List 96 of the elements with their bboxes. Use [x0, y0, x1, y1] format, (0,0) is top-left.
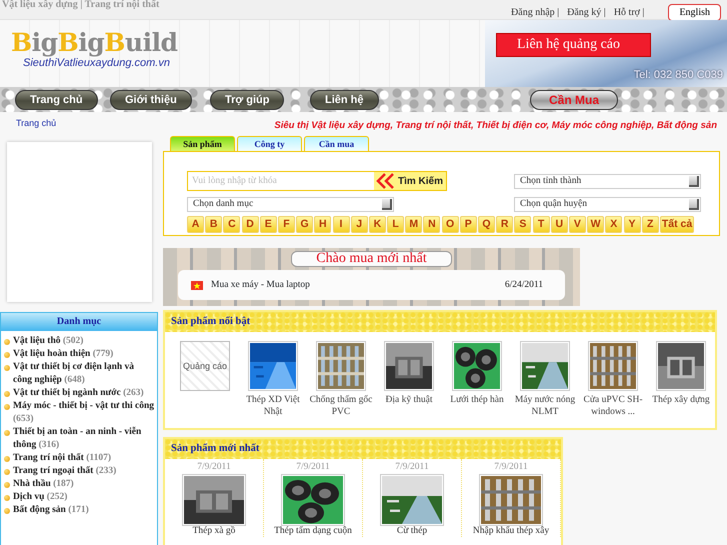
letter-button[interactable]: W — [587, 216, 604, 233]
sidebar-title: Danh mục — [1, 313, 157, 331]
category-link[interactable]: Bất động sản (171) — [13, 504, 89, 517]
product-link[interactable]: Thép tấm dạng cuộn — [264, 526, 362, 537]
letter-button[interactable]: K — [368, 216, 386, 233]
letter-button[interactable]: U — [550, 216, 568, 233]
dropdown[interactable]: Chọn quận huyện — [514, 197, 701, 212]
bullet-icon — [4, 495, 10, 501]
bullet-icon — [4, 352, 10, 358]
product-link[interactable]: Máy nước nóng NLMT — [511, 394, 579, 418]
bullet-icon — [4, 404, 10, 410]
letter-button[interactable]: S — [514, 216, 532, 233]
category-link[interactable]: Vật tư thiết bị ngành nước (263) — [13, 387, 144, 400]
letter-button[interactable]: M — [405, 216, 422, 233]
product-link[interactable]: Chống thấm gốc PVC — [307, 394, 375, 418]
letter-button[interactable]: H — [314, 216, 332, 233]
product-link[interactable]: Cửa uPVC SH-windows ... — [579, 394, 647, 418]
letter-button[interactable]: L — [387, 216, 404, 233]
category-link[interactable]: Máy móc - thiết bị - vật tư thi công (653) — [13, 400, 155, 426]
search-tab[interactable]: Công ty — [237, 136, 302, 151]
dropdown[interactable]: Chọn tỉnh thành — [514, 174, 701, 188]
bullet-icon — [4, 430, 10, 436]
letter-button[interactable]: V — [568, 216, 586, 233]
top-link[interactable]: Đăng nhập | — [511, 5, 560, 20]
letter-button[interactable]: E — [260, 216, 277, 233]
top-link[interactable]: Đăng ký | — [567, 5, 606, 20]
slogan-text: Siêu thị Vật liệu xây dựng, Trang trí nội thất, Thiết bị điện cơ, Máy móc công nghiệp, Bất động sản — [274, 119, 717, 133]
category-link[interactable]: Trang trí nội thất (1107) — [13, 452, 111, 465]
letter-button[interactable]: T — [532, 216, 550, 233]
letter-button[interactable]: Z — [642, 216, 659, 233]
product-link[interactable]: Nhập khẩu thép xây — [462, 526, 560, 537]
category-link[interactable]: Vật liệu thô (502) — [13, 335, 84, 348]
breadcrumb-link[interactable]: Trang chủ — [16, 117, 56, 130]
dropdown[interactable]: Chọn danh mục — [187, 197, 394, 212]
letter-button[interactable]: Y — [624, 216, 640, 233]
letter-button[interactable]: N — [423, 216, 440, 233]
product-link[interactable]: Thép xây dựng — [647, 394, 715, 406]
letter-button[interactable]: A — [187, 216, 204, 233]
nav-button[interactable]: Trợ giúp — [210, 90, 284, 110]
top-links-text: Vật liệu xây dựng | Trang trí nội thất — [2, 0, 160, 10]
nav-button[interactable]: Liên hệ — [310, 90, 379, 110]
letter-button[interactable]: O — [442, 216, 459, 233]
section-title: Sản phẩm nổi bật — [165, 312, 715, 332]
date-text: 7/9/2011 — [295, 462, 331, 473]
advertise-button[interactable]: Liên hệ quảng cáo — [496, 33, 651, 57]
letter-button[interactable]: Tất cả — [660, 216, 694, 233]
flag-icon — [191, 280, 203, 290]
letter-button[interactable]: R — [496, 216, 514, 233]
bullet-icon — [4, 508, 10, 514]
letter-button[interactable]: P — [460, 216, 477, 233]
bullet-icon — [4, 469, 10, 475]
bullet-icon — [4, 339, 10, 345]
category-link[interactable]: Nhà thầu (187) — [13, 478, 74, 491]
category-link[interactable]: Vật tư thiết bị cơ điện lạnh và công nghiệp (648) — [13, 361, 155, 387]
logo-text: BigBigBuild — [11, 30, 178, 55]
category-link[interactable]: Thiết bị an toàn - an ninh - viễn thông (316) — [13, 426, 155, 452]
letter-button[interactable]: F — [278, 216, 295, 233]
chevron-icon — [376, 173, 396, 189]
bullet-icon — [4, 456, 10, 462]
date-text: 7/9/2011 — [394, 462, 430, 473]
search-button[interactable]: Tìm Kiếm — [374, 172, 446, 190]
product-link[interactable]: Cừ thép — [363, 526, 461, 537]
bullet-icon — [4, 391, 10, 397]
panel-title: Chào mua mới nhất — [291, 251, 452, 267]
letter-button[interactable]: G — [296, 216, 314, 233]
bullet-icon — [4, 482, 10, 488]
nav-button[interactable]: Giới thiệu — [110, 90, 192, 110]
letter-button[interactable]: C — [223, 216, 240, 233]
language-button[interactable]: English — [668, 4, 721, 21]
category-link[interactable]: Dịch vụ (252) — [13, 491, 68, 504]
date-text: 6/24/2011 — [504, 278, 543, 292]
product-link[interactable]: Địa kỹ thuật — [375, 394, 443, 406]
date-text: 7/9/2011 — [493, 462, 529, 473]
letter-button[interactable]: Q — [478, 216, 495, 233]
phone-text: Tel: 032 850 C039 — [634, 68, 723, 83]
letter-button[interactable]: D — [242, 216, 259, 233]
letter-button[interactable]: I — [332, 216, 350, 233]
product-link[interactable]: Lưới thép hàn — [443, 394, 511, 406]
top-link[interactable]: Hỗ trợ | — [614, 5, 644, 20]
nav-button[interactable]: Trang chủ — [15, 90, 98, 110]
ad-text: Quảng cáo — [182, 360, 228, 372]
letter-button[interactable]: B — [205, 216, 222, 233]
category-link[interactable]: Trang trí ngoại thất (233) — [13, 465, 116, 478]
product-link[interactable]: Thép XD Việt Nhật — [239, 394, 307, 418]
letter-button[interactable]: X — [605, 216, 622, 233]
buy-request-link[interactable]: Mua xe máy - Mua laptop — [211, 278, 497, 292]
product-link[interactable]: Thép xà gồ — [165, 526, 263, 537]
bullet-icon — [4, 365, 10, 371]
date-text: 7/9/2011 — [196, 462, 232, 473]
category-link[interactable]: Vật liệu hoàn thiện (779) — [13, 348, 114, 361]
domain-text: SieuthiVatlieuxaydung.com.vn — [23, 56, 171, 71]
search-tab[interactable]: Sản phẩm — [170, 136, 235, 151]
letter-button[interactable]: J — [350, 216, 368, 233]
search-field[interactable]: Vui lòng nhập từ khóa Tìm Kiếm — [187, 171, 447, 191]
search-tab[interactable]: Cần mua — [304, 136, 369, 151]
section-title: Sản phẩm mới nhất — [165, 439, 561, 459]
